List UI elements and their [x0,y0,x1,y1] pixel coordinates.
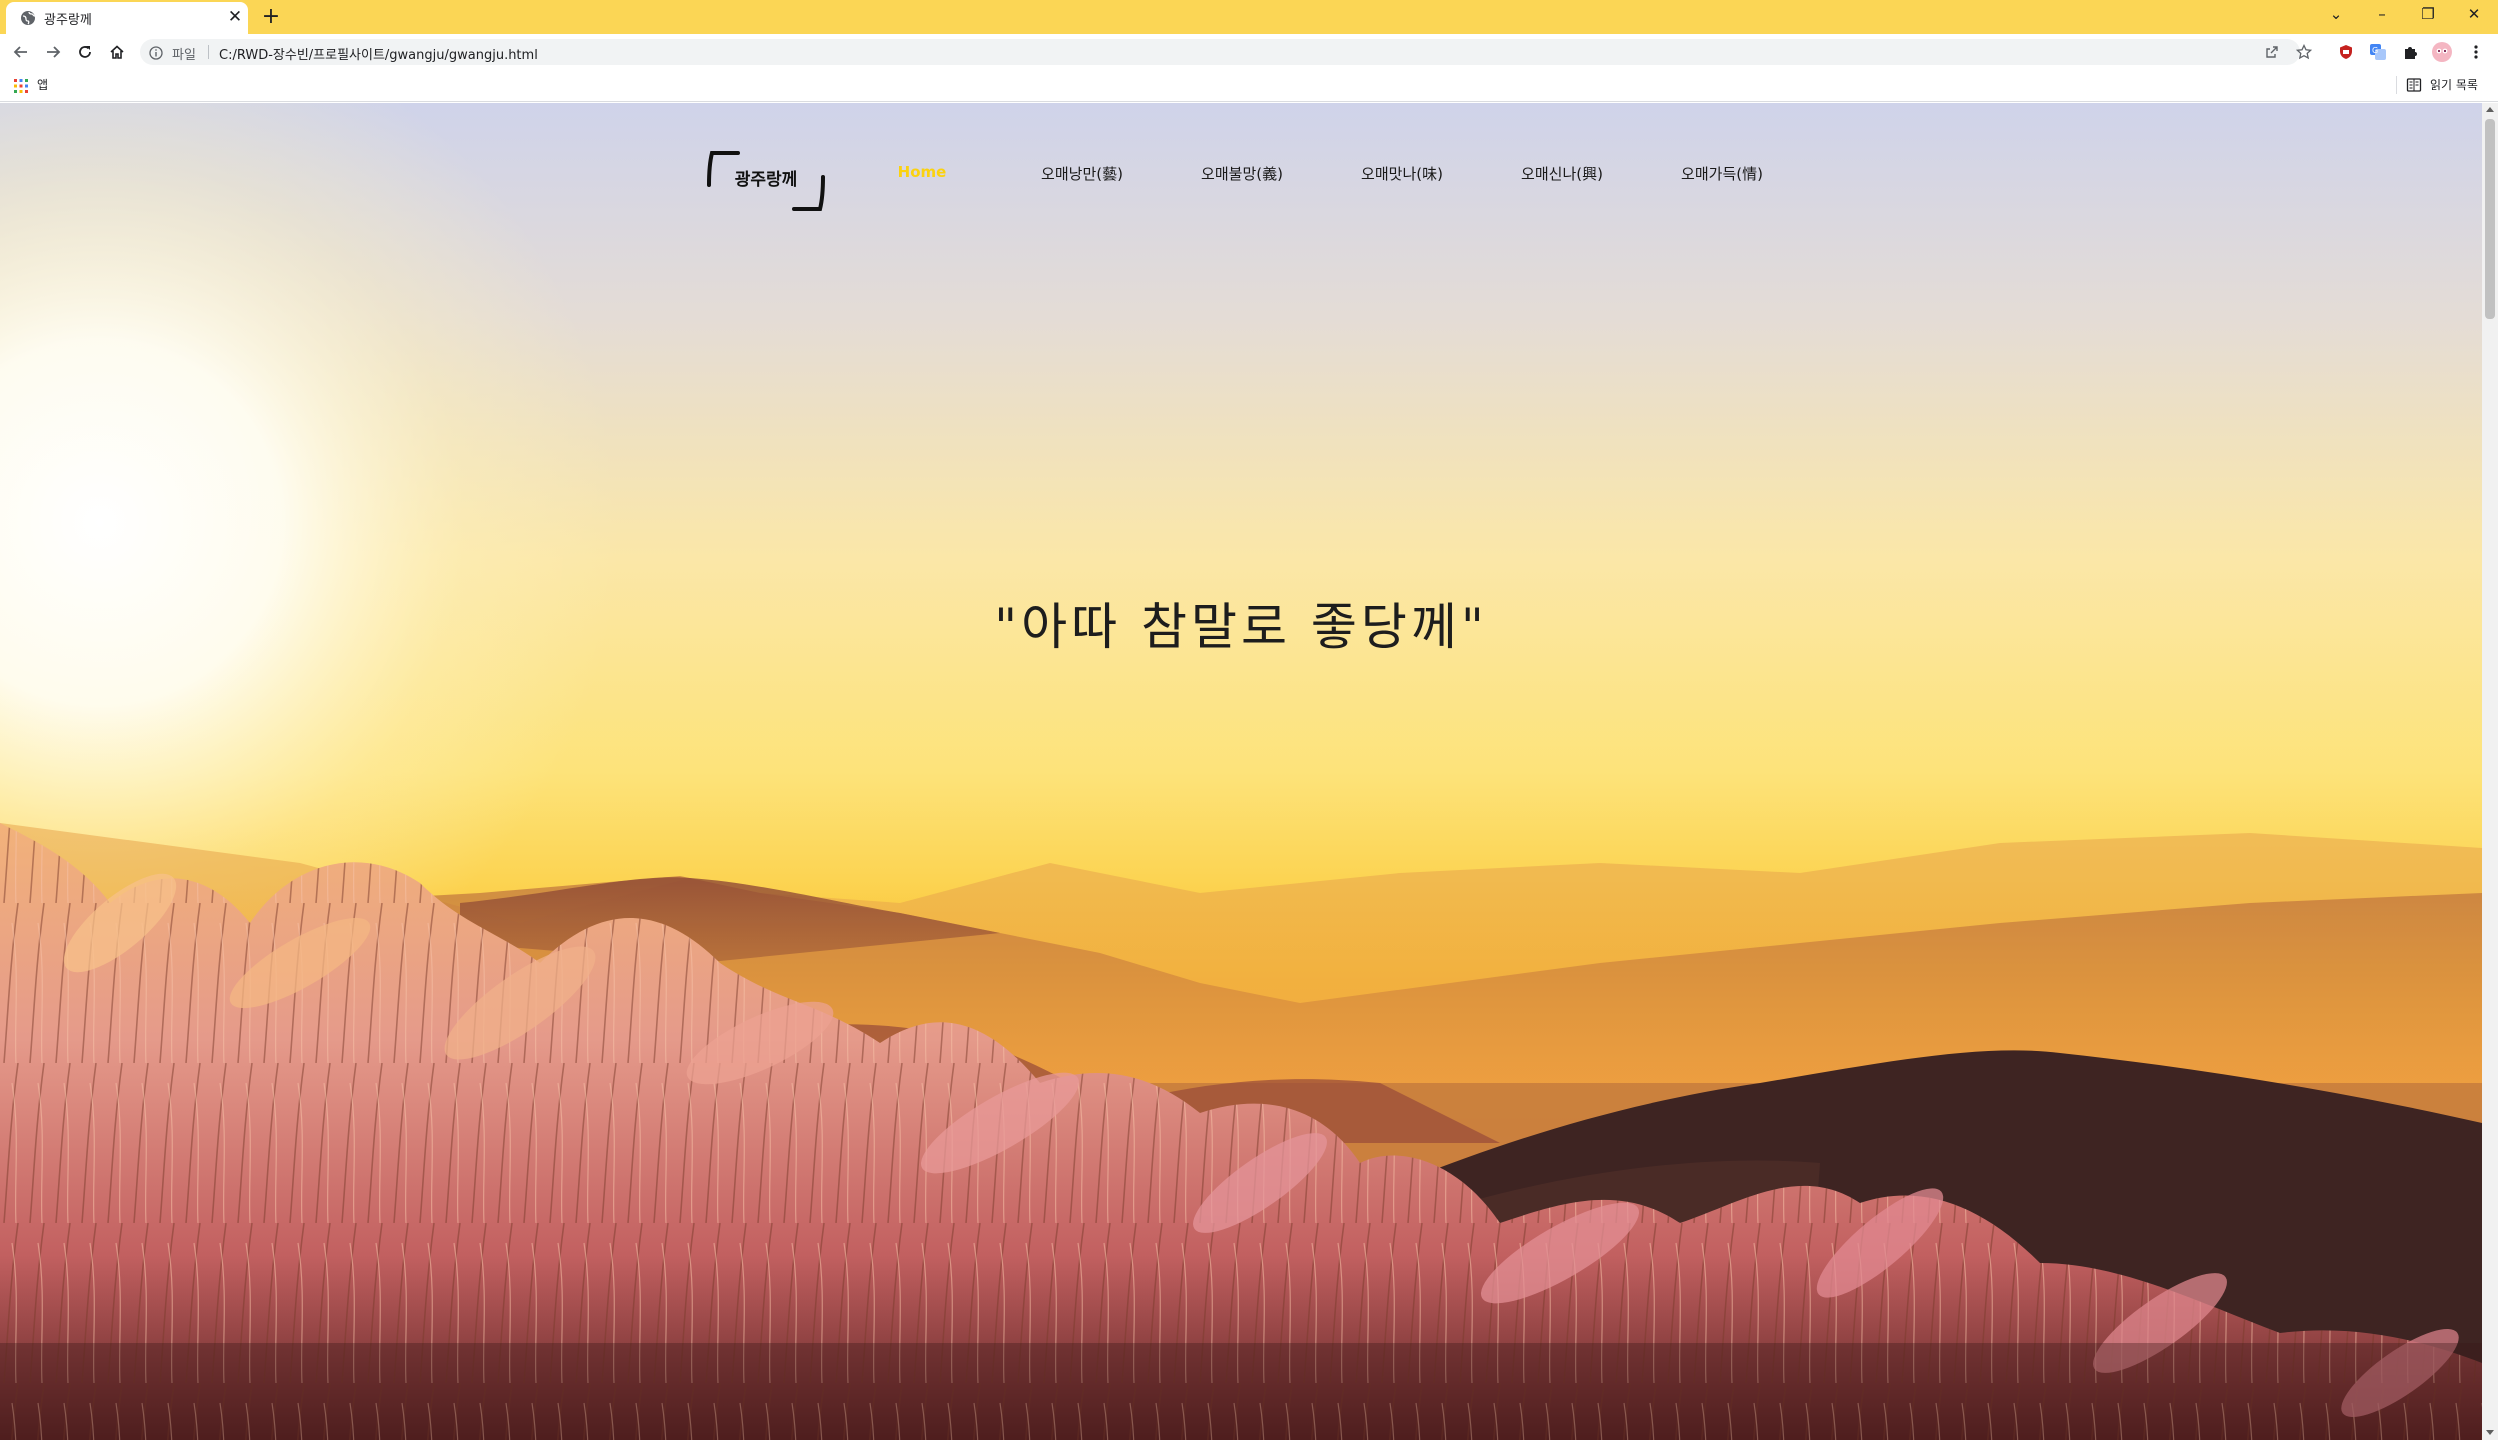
translate-extension-icon[interactable]: G [2368,42,2388,62]
back-arrow-icon[interactable] [8,39,34,65]
scroll-up-arrow-icon[interactable] [2486,107,2494,112]
page-viewport: 광주랑께 Home 오매낭만(藝) 오매불망(義) 오매맛나(味) 오매신나(興… [0,103,2482,1440]
minimize-button[interactable]: – [2360,0,2404,30]
logo-text: 광주랑께 [734,170,798,190]
page-scrollbar[interactable] [2482,103,2498,1440]
shield-extension-icon[interactable] [2336,42,2356,62]
svg-text:G: G [2372,46,2378,55]
address-bar[interactable]: 파일 C:/RWD-장수빈/프로필사이트/gwangju/gwangju.htm… [140,39,2313,65]
scroll-thumb[interactable] [2485,119,2495,319]
file-scheme-label: 파일 [172,48,196,63]
kebab-menu-icon[interactable] [2466,42,2486,62]
bookmarks-bar: 앱 읽기 목록 [0,68,2498,102]
scroll-down-arrow-icon[interactable] [2486,1430,2494,1435]
nav-home[interactable]: Home [842,163,1002,181]
info-icon[interactable] [149,45,163,60]
reload-icon[interactable] [72,39,98,65]
restore-button[interactable]: ❐ [2406,0,2450,30]
puzzle-extensions-icon[interactable] [2400,42,2420,62]
bookmarks-divider [2396,76,2397,94]
site-navigation: 광주랑께 Home 오매낭만(藝) 오매불망(義) 오매맛나(味) 오매신나(興… [0,103,2482,253]
url-separator [208,45,209,59]
hero-tagline: "아따 참말로 좋당께" [994,598,1488,656]
forward-arrow-icon[interactable] [40,39,66,65]
url-text[interactable]: C:/RWD-장수빈/프로필사이트/gwangju/gwangju.html [219,44,538,63]
hero-background-image [0,103,2482,1440]
reading-list-label[interactable]: 읽기 목록 [2430,76,2478,93]
tab-search-chevron-icon[interactable]: ⌄ [2314,0,2358,30]
profile-avatar-icon[interactable] [2432,42,2452,62]
nav-romance[interactable]: 오매낭만(藝) [1002,163,1162,184]
site-logo[interactable]: 광주랑께 [706,151,826,211]
tab-close-icon[interactable]: ✕ [224,6,246,28]
reading-list-icon[interactable] [2406,77,2422,93]
share-icon[interactable] [2264,44,2280,60]
tab-strip: 광주랑께 ✕ + ⌄ – ❐ ✕ [0,0,2498,34]
tab-title: 광주랑께 [44,13,92,28]
star-icon[interactable] [2295,43,2313,60]
browser-toolbar: 파일 C:/RWD-장수빈/프로필사이트/gwangju/gwangju.htm… [0,34,2498,68]
close-window-button[interactable]: ✕ [2452,0,2496,30]
browser-tab-active[interactable]: 광주랑께 ✕ [6,2,248,34]
apps-grid-icon[interactable] [14,78,28,93]
nav-affection[interactable]: 오매가득(情) [1642,163,1802,184]
home-icon[interactable] [104,39,130,65]
nav-fun[interactable]: 오매신나(興) [1482,163,1642,184]
new-tab-button[interactable]: + [258,4,284,30]
globe-icon [20,10,36,26]
nav-righteousness[interactable]: 오매불망(義) [1162,163,1322,184]
apps-bookmark-label[interactable]: 앱 [37,76,48,93]
nav-taste[interactable]: 오매맛나(味) [1322,163,1482,184]
